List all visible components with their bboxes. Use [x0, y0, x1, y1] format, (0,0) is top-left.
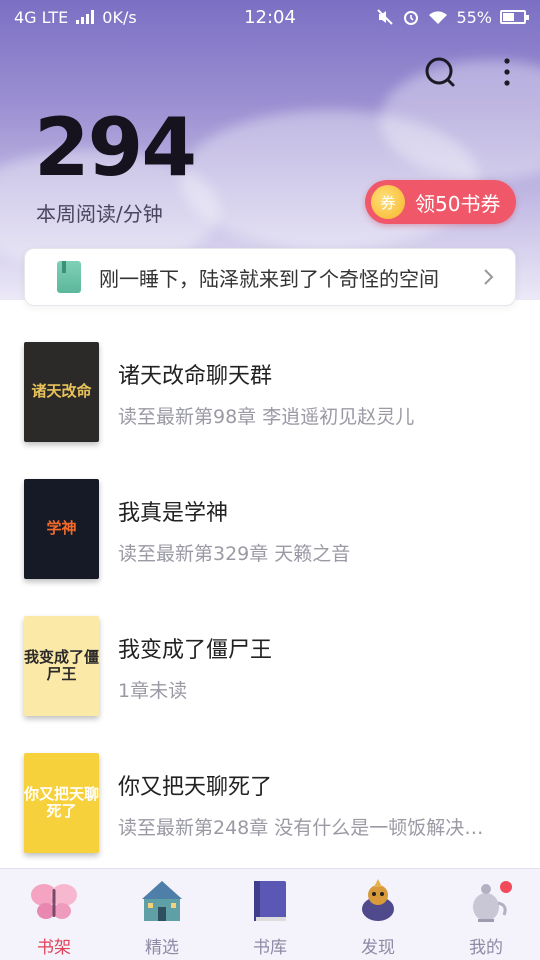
nav-label: 我的 [469, 938, 503, 958]
nav-tab-discover[interactable]: 发现 [324, 869, 432, 960]
book-icon [57, 261, 81, 293]
bottom-navigation: 书架 精选 书库 发现 我的 [0, 868, 540, 960]
nav-label: 精选 [145, 938, 179, 958]
recent-reading-card[interactable]: 刚一睡下，陆泽就来到了个奇怪的空间 [24, 248, 516, 306]
book-progress: 读至最新第329章 天籁之音 [118, 543, 351, 565]
bookshelf-list: 诸天改命 诸天改命聊天群 读至最新第98章 李逍遥初见赵灵儿 学神 我真是学神 … [0, 330, 540, 878]
search-button[interactable] [420, 52, 460, 92]
cover-title: 学神 [46, 519, 77, 538]
book-item[interactable]: 诸天改命 诸天改命聊天群 读至最新第98章 李逍遥初见赵灵儿 [0, 330, 540, 467]
book-progress: 读至最新第248章 没有什么是一顿饭解决不了的 [118, 817, 498, 839]
weekly-reading-label: 本周阅读/分钟 [36, 202, 163, 226]
book-title: 我变成了僵尸王 [118, 638, 273, 663]
book-cover: 我变成了僵尸王 [24, 616, 99, 716]
weekly-reading-minutes: 294 [34, 101, 197, 194]
book-progress: 读至最新第98章 李逍遥初见赵灵儿 [118, 406, 415, 428]
battery-percent: 55% [456, 7, 492, 27]
nav-label: 书库 [253, 938, 287, 958]
nav-tab-library[interactable]: 书库 [216, 869, 324, 960]
nav-tab-featured[interactable]: 精选 [108, 869, 216, 960]
mute-icon [377, 9, 394, 25]
book-item[interactable]: 你又把天聊死了 你又把天聊死了 读至最新第248章 没有什么是一顿饭解决不了的 [0, 741, 540, 878]
status-bar: 4G LTE 0K/s 12:04 55% [0, 0, 540, 34]
wifi-icon [429, 11, 448, 24]
cover-title: 你又把天聊死了 [24, 784, 99, 820]
recent-reading-text: 刚一睡下，陆泽就来到了个奇怪的空间 [99, 266, 439, 291]
network-speed: 0K/s [102, 7, 137, 27]
butterfly-icon [28, 875, 80, 927]
book-progress: 1章未读 [118, 680, 188, 702]
alarm-icon [404, 11, 419, 25]
book-item[interactable]: 我变成了僵尸王 我变成了僵尸王 1章未读 [0, 604, 540, 741]
book-cover: 学神 [24, 479, 99, 579]
coupon-label: 领50书券 [415, 191, 501, 216]
claim-coupon-button[interactable]: 券 领50书券 [365, 180, 516, 224]
book-title: 你又把天聊死了 [118, 775, 273, 800]
chevron-right-icon [484, 269, 494, 285]
nav-label: 发现 [361, 938, 395, 958]
search-icon [425, 57, 455, 87]
cover-title: 我变成了僵尸王 [24, 647, 99, 683]
battery-icon [500, 10, 529, 24]
castle-icon [136, 875, 188, 927]
book-icon [244, 875, 296, 927]
book-cover: 诸天改命 [24, 342, 99, 442]
notification-dot [500, 881, 512, 893]
nav-tab-me[interactable]: 我的 [432, 869, 540, 960]
dragon-icon [352, 875, 404, 927]
more-menu-button[interactable] [487, 52, 527, 92]
more-vertical-icon [504, 58, 510, 86]
book-title: 诸天改命聊天群 [118, 364, 273, 389]
network-type: 4G LTE [14, 7, 69, 27]
coupon-icon: 券 [371, 185, 405, 219]
book-title: 我真是学神 [118, 501, 229, 526]
book-item[interactable]: 学神 我真是学神 读至最新第329章 天籁之音 [0, 467, 540, 604]
signal-icon [76, 10, 95, 24]
nav-tab-bookshelf[interactable]: 书架 [0, 869, 108, 960]
nav-label: 书架 [37, 938, 71, 958]
book-cover: 你又把天聊死了 [24, 753, 99, 853]
cover-title: 诸天改命 [31, 382, 92, 401]
